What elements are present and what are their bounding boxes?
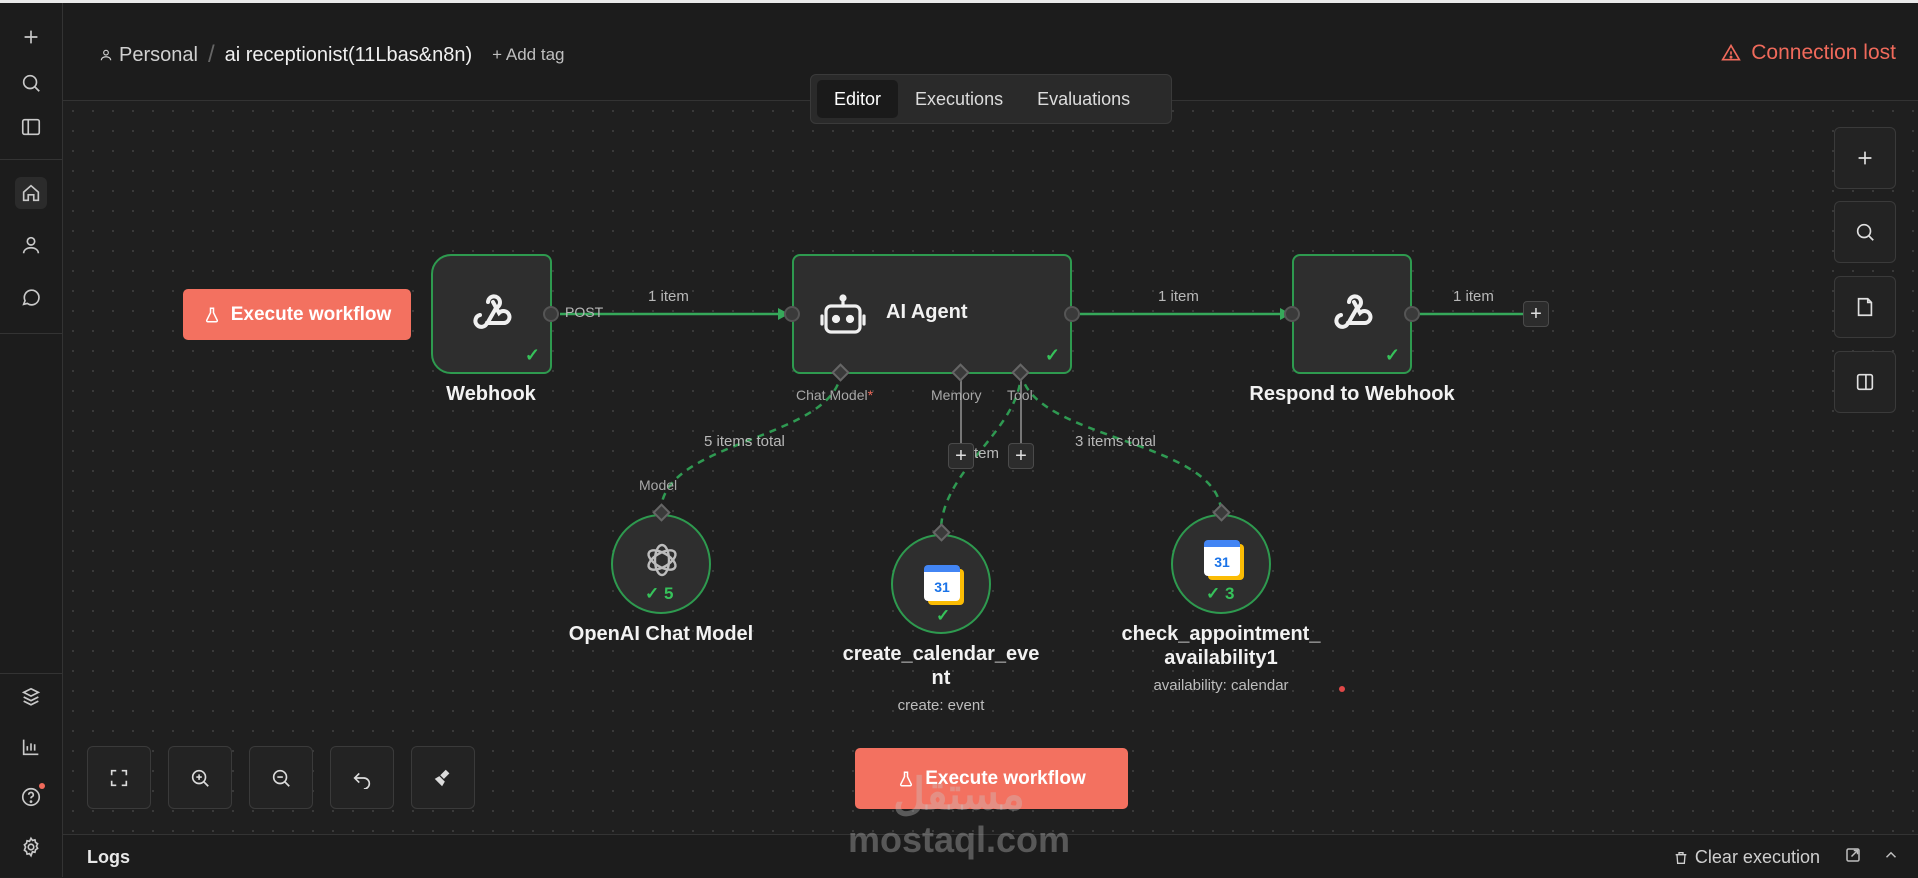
logs-panel[interactable]: Logs Clear execution xyxy=(63,834,1918,878)
success-check-icon: ✓ xyxy=(936,606,951,625)
add-memory-button[interactable]: + xyxy=(948,443,974,469)
templates-icon[interactable] xyxy=(15,681,47,713)
fit-view-icon[interactable] xyxy=(87,746,151,809)
output-port[interactable] xyxy=(1404,306,1420,322)
check-availability-node[interactable]: 31 ✓ 3 xyxy=(1171,514,1271,614)
tool-edge-label: 3 items total xyxy=(1075,433,1156,450)
chat-model-handle-label: Chat Model* xyxy=(796,387,874,403)
flask-icon xyxy=(203,306,221,324)
memory-handle-label: Memory xyxy=(931,387,982,403)
plus-icon[interactable] xyxy=(15,21,47,53)
respond-to-webhook-node[interactable]: ✓ xyxy=(1292,254,1412,374)
zoom-in-icon[interactable] xyxy=(168,746,232,809)
success-check-icon: ✓ xyxy=(1384,345,1400,365)
model-handle-label: Model xyxy=(639,477,678,493)
execute-workflow-button[interactable]: Execute workflow xyxy=(183,289,411,340)
workflow-name[interactable]: ai receptionist(11Lbas&n8n) xyxy=(225,44,473,67)
trash-icon xyxy=(1673,850,1689,866)
execute-workflow-label: Execute workflow xyxy=(925,767,1086,789)
sidebar-divider xyxy=(0,159,62,160)
openai-chat-model-label: OpenAI Chat Model xyxy=(568,623,754,645)
zoom-out-icon[interactable] xyxy=(249,746,313,809)
panel-icon[interactable] xyxy=(15,111,47,143)
breadcrumb: Personal / ai receptionist(11Lbas&n8n) +… xyxy=(99,41,565,69)
insights-icon[interactable] xyxy=(15,731,47,763)
warning-icon xyxy=(1721,43,1742,63)
output-port[interactable] xyxy=(543,306,559,322)
help-icon[interactable] xyxy=(15,781,47,813)
model-edge-label: 5 items total xyxy=(704,433,785,450)
add-tool-button[interactable]: + xyxy=(1008,443,1034,469)
left-sidebar xyxy=(0,3,63,877)
sidebar-divider xyxy=(0,673,62,674)
edge-item-count: 1 item xyxy=(1453,288,1494,305)
tab-editor[interactable]: Editor xyxy=(817,80,899,118)
webhook-icon xyxy=(1327,289,1381,344)
create-calendar-event-subtitle: create: event xyxy=(897,697,985,714)
flask-icon xyxy=(897,770,915,788)
chat-icon[interactable] xyxy=(15,281,47,313)
add-node-icon[interactable] xyxy=(1834,127,1896,189)
panel-toggle-icon[interactable] xyxy=(1834,351,1896,413)
success-check-icon: ✓ xyxy=(524,345,540,365)
create-calendar-event-label: create_calendar_eve nt xyxy=(842,643,1040,689)
notification-dot xyxy=(39,783,45,789)
home-icon[interactable] xyxy=(15,177,47,209)
success-check-icon: ✓ xyxy=(1044,345,1060,365)
webhook-label: Webhook xyxy=(446,383,536,405)
clear-execution-button[interactable]: Clear execution xyxy=(1673,847,1820,868)
view-tabs: Editor Executions Evaluations xyxy=(810,74,1172,124)
user-icon[interactable] xyxy=(15,229,47,261)
person-icon xyxy=(99,48,113,62)
success-count: ✓ 5 xyxy=(645,584,674,603)
undo-icon[interactable] xyxy=(330,746,394,809)
post-label: POST xyxy=(565,304,604,320)
tab-evaluations[interactable]: Evaluations xyxy=(1020,80,1147,118)
check-availability-label: check_appointment_ availability1 xyxy=(1121,623,1321,669)
output-port[interactable] xyxy=(1064,306,1080,322)
openai-icon xyxy=(642,540,682,585)
ai-agent-label: AI Agent xyxy=(886,301,968,323)
logs-title: Logs xyxy=(87,847,130,867)
create-calendar-event-node[interactable]: 31 ✓ xyxy=(891,534,991,634)
openai-chat-model-node[interactable]: ✓ 5 xyxy=(611,514,711,614)
input-port[interactable] xyxy=(784,306,800,322)
chevron-up-icon[interactable] xyxy=(1882,846,1900,869)
edge-item-count: 1 item xyxy=(648,288,689,305)
workflow-canvas[interactable] xyxy=(63,101,1918,834)
issue-indicator xyxy=(1339,686,1345,692)
breadcrumb-separator: / xyxy=(207,41,215,68)
popout-icon[interactable] xyxy=(1844,846,1862,869)
webhook-icon xyxy=(466,289,520,344)
check-availability-subtitle: availability: calendar xyxy=(1153,677,1289,694)
execute-workflow-button-bottom[interactable]: Execute workflow xyxy=(855,748,1128,809)
connection-status: Connection lost xyxy=(1721,41,1896,65)
robot-icon xyxy=(820,294,866,341)
search-nodes-icon[interactable] xyxy=(1834,201,1896,263)
connection-lost-text: Connection lost xyxy=(1751,41,1896,64)
add-node-button[interactable]: + xyxy=(1523,301,1549,327)
settings-icon[interactable] xyxy=(15,831,47,863)
google-calendar-icon: 31 xyxy=(1204,540,1240,576)
tool-edge-item-label: tem xyxy=(974,445,1000,462)
respond-to-webhook-label: Respond to Webhook xyxy=(1249,383,1455,405)
google-calendar-icon: 31 xyxy=(924,565,960,601)
clear-execution-label: Clear execution xyxy=(1694,847,1820,867)
add-tag-button[interactable]: + Add tag xyxy=(492,45,564,65)
ai-agent-node[interactable]: AI Agent ✓ xyxy=(792,254,1072,374)
sticky-note-icon[interactable] xyxy=(1834,276,1896,338)
edge-item-count: 1 item xyxy=(1158,288,1199,305)
input-port[interactable] xyxy=(1284,306,1300,322)
project-link[interactable]: Personal xyxy=(119,44,198,67)
tool-handle-label: Tool xyxy=(1007,387,1033,403)
tab-executions[interactable]: Executions xyxy=(898,80,1020,118)
success-count: ✓ 3 xyxy=(1206,584,1235,603)
webhook-node[interactable]: ✓ xyxy=(431,254,552,374)
clean-up-icon[interactable] xyxy=(411,746,475,809)
search-icon[interactable] xyxy=(15,67,47,99)
sidebar-divider xyxy=(0,333,62,334)
execute-workflow-label: Execute workflow xyxy=(230,303,392,325)
